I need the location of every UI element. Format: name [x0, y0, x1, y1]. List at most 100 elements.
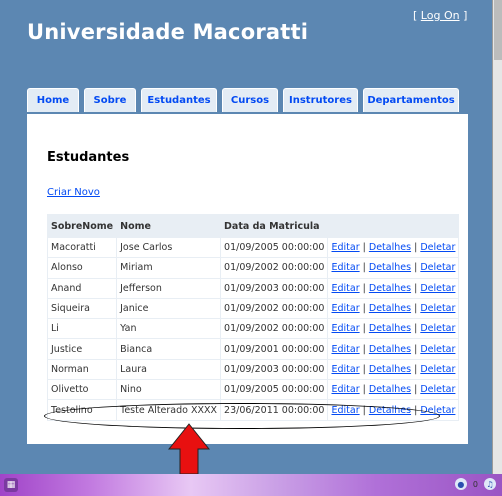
cell-sobrenome: Macoratti — [46, 236, 118, 259]
cell-nome: Laura — [116, 358, 222, 381]
details-link[interactable]: Detalhes — [369, 384, 411, 395]
delete-link[interactable]: Deletar — [420, 323, 455, 334]
delete-link[interactable]: Deletar — [420, 364, 455, 375]
details-link[interactable]: Detalhes — [369, 262, 411, 273]
cell-data-matricula: 01/09/2003 00:00:00 — [220, 277, 329, 299]
cell-sobrenome: Alonso — [46, 257, 118, 279]
table-row: Norman Laura 01/09/2003 00:00:00 Editar | D… — [46, 358, 460, 381]
edit-link[interactable]: Editar — [331, 384, 359, 395]
cell-nome: Nino — [116, 379, 222, 401]
delete-link[interactable]: Deletar — [420, 283, 455, 294]
edit-link[interactable]: Editar — [331, 344, 359, 355]
details-link[interactable]: Detalhes — [369, 323, 411, 334]
network-icon[interactable]: ● — [454, 478, 467, 490]
edit-link[interactable]: Editar — [331, 303, 359, 314]
edit-link[interactable]: Editar — [331, 323, 359, 334]
tab-sobre[interactable]: Sobre — [84, 88, 136, 112]
tab-cursos[interactable]: Cursos — [222, 88, 278, 112]
column-header-data-matricula: Data da Matricula — [220, 214, 329, 238]
edit-link[interactable]: Editar — [331, 262, 359, 273]
cell-data-matricula: 01/09/2002 00:00:00 — [220, 297, 329, 320]
table-row: Siqueira Janice 01/09/2002 00:00:00 Editar … — [46, 297, 460, 320]
system-tray: ● 0 ♫ — [454, 478, 496, 490]
delete-link[interactable]: Deletar — [420, 262, 455, 273]
tray-text: 0 — [472, 479, 478, 489]
windows-start-icon[interactable]: ▦ — [4, 478, 18, 492]
cell-data-matricula: 01/09/2002 00:00:00 — [220, 318, 329, 340]
cell-actions: Editar | Detalhes | Deletar — [327, 318, 460, 340]
separator: | — [414, 384, 418, 396]
cell-nome: Jefferson — [116, 277, 222, 299]
column-header-actions — [327, 214, 460, 238]
cell-actions: Editar | Detalhes | Deletar — [327, 338, 460, 360]
main-content: Estudantes Criar Novo SobreNome Nome Dat… — [27, 114, 468, 444]
students-table: SobreNome Nome Data da Matricula Macorat… — [46, 214, 460, 421]
delete-link[interactable]: Deletar — [420, 242, 455, 253]
edit-link[interactable]: Editar — [331, 283, 359, 294]
cell-actions: Editar | Detalhes | Deletar — [327, 257, 460, 279]
cell-nome: Miriam — [116, 257, 222, 279]
table-row: Alonso Miriam 01/09/2002 00:00:00 Editar | … — [46, 257, 460, 279]
cell-sobrenome: Norman — [46, 358, 118, 381]
tab-home[interactable]: Home — [27, 88, 79, 112]
delete-link[interactable]: Deletar — [420, 344, 455, 355]
separator: | — [362, 363, 366, 375]
separator: | — [362, 323, 366, 335]
cell-nome: Bianca — [116, 338, 222, 360]
cell-sobrenome: Olivetto — [46, 379, 118, 401]
scrollbar-thumb[interactable] — [494, 0, 502, 60]
window-scrollbar[interactable] — [492, 0, 502, 474]
cell-sobrenome: Li — [46, 318, 118, 340]
cell-actions: Editar | Detalhes | Deletar — [327, 277, 460, 299]
table-row: Olivetto Nino 01/09/2005 00:00:00 Editar | … — [46, 379, 460, 401]
separator: | — [414, 262, 418, 274]
tab-departamentos[interactable]: Departamentos — [363, 88, 459, 112]
separator: | — [414, 282, 418, 294]
separator: | — [414, 303, 418, 315]
up-arrow-annotation — [168, 423, 210, 475]
delete-link[interactable]: Deletar — [420, 303, 455, 314]
cell-data-matricula: 01/09/2005 00:00:00 — [220, 379, 329, 401]
separator: | — [362, 384, 366, 396]
cell-actions: Editar | Detalhes | Deletar — [327, 297, 460, 320]
login-link[interactable]: Log On — [421, 9, 460, 22]
delete-link[interactable]: Deletar — [420, 384, 455, 395]
cell-sobrenome: Anand — [46, 277, 118, 299]
separator: | — [414, 323, 418, 335]
app-title: Universidade Macoratti — [27, 20, 309, 44]
cell-sobrenome: Justice — [46, 338, 118, 360]
details-link[interactable]: Detalhes — [369, 283, 411, 294]
separator: | — [414, 343, 418, 355]
column-header-nome: Nome — [116, 214, 222, 238]
details-link[interactable]: Detalhes — [369, 344, 411, 355]
cell-actions: Editar | Detalhes | Deletar — [327, 379, 460, 401]
edit-link[interactable]: Editar — [331, 364, 359, 375]
edit-link[interactable]: Editar — [331, 242, 359, 253]
volume-icon[interactable]: ♫ — [484, 478, 496, 490]
details-link[interactable]: Detalhes — [369, 242, 411, 253]
login-area: [ Log On ] — [413, 9, 467, 22]
taskbar: ▦ ● 0 ♫ — [0, 474, 502, 496]
tab-estudantes[interactable]: Estudantes — [141, 88, 217, 112]
separator: | — [362, 282, 366, 294]
login-bracket-close: ] — [463, 9, 468, 22]
cell-data-matricula: 01/09/2005 00:00:00 — [220, 236, 329, 259]
cell-data-matricula: 01/09/2002 00:00:00 — [220, 257, 329, 279]
separator: | — [362, 242, 366, 254]
cell-sobrenome: Siqueira — [46, 297, 118, 320]
create-new-link[interactable]: Criar Novo — [47, 187, 100, 198]
details-link[interactable]: Detalhes — [369, 364, 411, 375]
cell-actions: Editar | Detalhes | Deletar — [327, 358, 460, 381]
details-link[interactable]: Detalhes — [369, 303, 411, 314]
cell-nome: Jose Carlos — [116, 236, 222, 259]
cell-data-matricula: 01/09/2001 00:00:00 — [220, 338, 329, 360]
cell-actions: Editar | Detalhes | Deletar — [327, 236, 460, 259]
separator: | — [414, 363, 418, 375]
separator: | — [362, 262, 366, 274]
cell-nome: Janice — [116, 297, 222, 320]
table-row: Justice Bianca 01/09/2001 00:00:00 Editar |… — [46, 338, 460, 360]
table-row: Li Yan 01/09/2002 00:00:00 Editar | Detalhe… — [46, 318, 460, 340]
tab-instrutores[interactable]: Instrutores — [283, 88, 358, 112]
separator: | — [362, 303, 366, 315]
page-title: Estudantes — [47, 150, 130, 165]
